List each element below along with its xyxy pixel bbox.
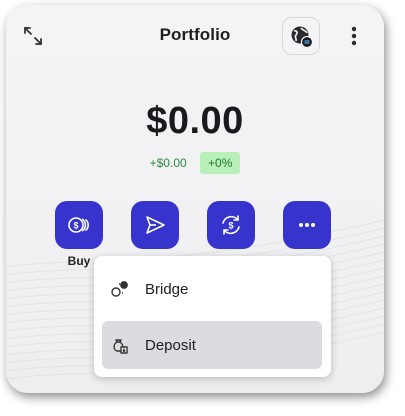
svg-text:$: $ [228, 221, 233, 231]
balance-change: +$0.00 +0% [6, 152, 384, 174]
menu-item-deposit[interactable]: Deposit [102, 321, 322, 369]
menu-item-bridge[interactable]: Bridge [102, 265, 322, 313]
change-absolute: +$0.00 [149, 156, 187, 170]
more-actions-menu: Bridge Deposit [94, 256, 331, 377]
svg-text:$: $ [73, 221, 78, 231]
menu-item-label: Deposit [145, 336, 196, 354]
menu-item-label: Bridge [145, 280, 189, 298]
page-title: Portfolio [159, 25, 231, 44]
bridge-icon [109, 278, 131, 300]
balance-amount: $0.00 [146, 100, 244, 142]
more-horizontal-icon [299, 223, 315, 227]
more-actions-button[interactable] [283, 201, 331, 249]
deposit-icon [109, 334, 131, 356]
cash-icon: $ [68, 217, 89, 233]
more-vertical-icon[interactable] [343, 23, 365, 49]
globe-network-icon [291, 26, 314, 49]
buy-button[interactable]: $ [55, 201, 103, 249]
portfolio-card: Portfolio $0.00 +$0.00 +0% $ Buy $ Bridg… [6, 5, 384, 393]
change-percent-badge: +0% [200, 152, 241, 174]
network-selector-button[interactable] [282, 17, 320, 55]
send-button[interactable] [131, 201, 179, 249]
send-icon [146, 216, 165, 234]
swap-icon: $ [222, 215, 240, 235]
swap-button[interactable]: $ [207, 201, 255, 249]
